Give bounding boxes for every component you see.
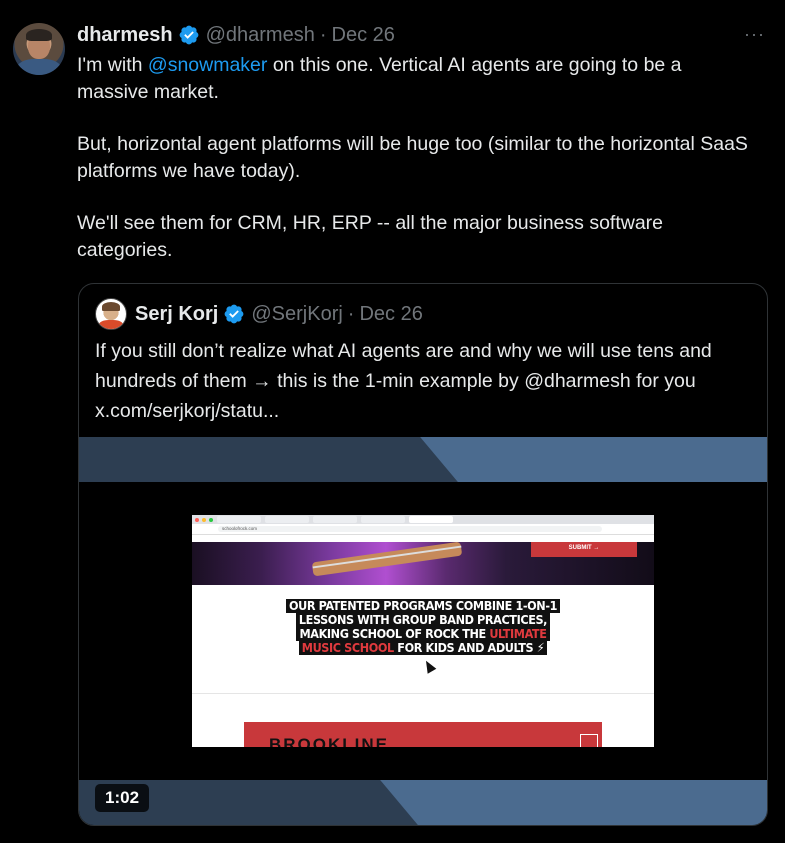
mouse-cursor-icon xyxy=(421,658,437,674)
tweet-header: dharmesh @dharmesh · Dec 26 xyxy=(77,22,395,48)
tweet-paragraph-2: But, horizontal agent platforms will be … xyxy=(77,133,748,182)
author-avatar[interactable] xyxy=(13,23,65,75)
pitch-line: OUR PATENTED PROGRAMS COMBINE 1-ON-1 xyxy=(285,598,561,613)
pitch-line: MAKING SCHOOL OF ROCK THE ULTIMATE xyxy=(296,626,550,641)
video-browser-screenshot: schoolofrock.com SUBMIT → OUR PATENTED P… xyxy=(192,515,654,747)
separator-dot: · xyxy=(347,302,355,325)
quote-author-handle[interactable]: @SerjKorj xyxy=(251,303,342,326)
quote-date[interactable]: Dec 26 xyxy=(359,303,422,326)
pitch-line-text: LESSONS WITH GROUP BAND PRACTICES, xyxy=(298,612,548,627)
pitch-line: MUSIC SCHOOL FOR KIDS AND ADULTS ⚡ xyxy=(298,640,548,655)
author-handle[interactable]: @dharmesh xyxy=(206,24,315,47)
mention-link[interactable]: @snowmaker xyxy=(148,54,268,76)
tweet-paragraph-3: We'll see them for CRM, HR, ERP -- all t… xyxy=(77,212,664,261)
quote-body: If you still don’t realize what AI agent… xyxy=(95,340,712,422)
browser-url: schoolofrock.com xyxy=(218,526,602,532)
tweet-text-prefix: I'm with xyxy=(77,54,148,76)
tweet-paragraph-1: I'm with @snowmaker on this one. Vertica… xyxy=(77,52,757,105)
pitch-text-block: OUR PATENTED PROGRAMS COMBINE 1-ON-1 LESS… xyxy=(192,599,654,655)
submit-button: SUBMIT → xyxy=(531,542,637,557)
video-frame-top xyxy=(79,437,767,482)
location-banner-text: BROOKLINE xyxy=(269,735,389,747)
pitch-line-text: FOR KIDS AND ADULTS ⚡ xyxy=(393,640,545,655)
separator-dot: · xyxy=(319,23,327,46)
video-player[interactable]: schoolofrock.com SUBMIT → OUR PATENTED P… xyxy=(79,437,767,825)
tweet-body: I'm with @snowmaker on this one. Vertica… xyxy=(77,52,757,289)
quote-header: Serj Korj @SerjKorj · Dec 26 xyxy=(95,298,423,330)
pitch-line-text: ULTIMATE xyxy=(489,626,547,641)
pitch-line-text: OUR PATENTED PROGRAMS COMBINE 1-ON-1 xyxy=(288,598,558,613)
verified-badge-icon xyxy=(224,304,244,324)
more-horizontal-icon[interactable]: ··· xyxy=(744,24,765,45)
quoted-tweet[interactable]: Serj Korj @SerjKorj · Dec 26 If you stil… xyxy=(78,283,768,826)
quote-author-avatar[interactable] xyxy=(95,298,127,330)
video-duration-badge: 1:02 xyxy=(95,784,150,812)
video-frame-bottom xyxy=(79,780,767,825)
section-divider xyxy=(192,693,654,694)
verified-badge-icon xyxy=(179,25,198,45)
browser-tab-bar xyxy=(192,515,654,524)
author-name[interactable]: dharmesh xyxy=(77,24,173,47)
pitch-line-text: MAKING SCHOOL OF ROCK THE xyxy=(299,626,490,641)
quote-author-name[interactable]: Serj Korj xyxy=(135,303,218,326)
pitch-line: LESSONS WITH GROUP BAND PRACTICES, xyxy=(295,612,551,627)
location-banner: BROOKLINE xyxy=(244,722,602,747)
pitch-line-text: MUSIC SCHOOL xyxy=(301,640,394,655)
browser-url-bar: schoolofrock.com xyxy=(192,524,654,535)
tweet-date[interactable]: Dec 26 xyxy=(332,24,395,47)
